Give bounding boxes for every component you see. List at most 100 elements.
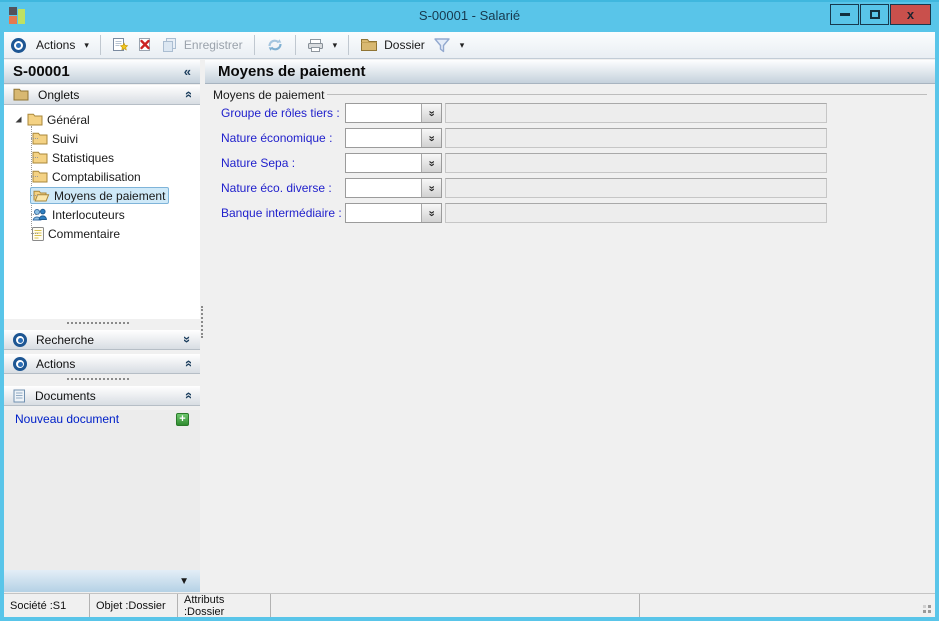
tree-item-comptabilisation[interactable]: Comptabilisation	[4, 167, 200, 186]
toolbar-separator	[253, 35, 255, 55]
combo-dropdown-button[interactable]: »	[421, 204, 441, 222]
close-icon: x	[906, 7, 915, 22]
sidebar-splitter-handle[interactable]	[201, 306, 203, 338]
toolbar-separator	[99, 35, 101, 55]
save-button[interactable]: Enregistrer	[158, 35, 247, 55]
tree-item-label: Commentaire	[48, 226, 121, 241]
actions-target-icon	[11, 37, 26, 53]
tree-item-label: Statistiques	[52, 150, 115, 165]
new-document-row: Nouveau document +	[4, 410, 200, 428]
combo-dropdown-button[interactable]: »	[421, 179, 441, 197]
titlebar: S-00001 - Salarié x	[0, 2, 939, 32]
new-document-link[interactable]: Nouveau document	[15, 412, 119, 426]
field-row-nature-eco-diverse: Nature éco. diverse : »	[205, 178, 935, 198]
toolbar-separator	[294, 35, 296, 55]
tree-item-moyens-de-paiement[interactable]: Moyens de paiement	[4, 186, 200, 205]
field-row-groupe-roles-tiers: Groupe de rôles tiers : »	[205, 103, 935, 123]
panel-label-onglets: Onglets	[38, 87, 80, 102]
body-area: S-00001 « Onglets » Général Suivi Statis…	[4, 59, 935, 594]
status-objet: Objet :Dossier	[90, 594, 178, 617]
banque-intermediaire-input[interactable]	[346, 204, 421, 222]
scroll-down-icon: ▼	[179, 575, 189, 587]
status-societe: Société :S1	[4, 594, 90, 617]
delete-button[interactable]	[133, 35, 158, 55]
tree-item-statistiques[interactable]: Statistiques	[4, 148, 200, 167]
sidebar-scroll-bar[interactable]: ▼	[4, 570, 200, 592]
tree-item-interlocuteurs[interactable]: Interlocuteurs	[4, 205, 200, 224]
delete-icon	[138, 38, 150, 51]
panel-header-onglets[interactable]: Onglets »	[4, 85, 200, 105]
tree-children: Suivi Statistiques Comptabilisation Moye…	[4, 126, 200, 243]
record-id: S-00001	[13, 63, 70, 80]
status-attributs: Attributs :Dossier	[178, 594, 271, 618]
tree-item-label: Moyens de paiement	[54, 188, 166, 203]
maximize-button[interactable]	[860, 4, 889, 25]
tree-item-general[interactable]: Général	[4, 110, 200, 129]
actions-menu-button[interactable]: Actions ▾	[32, 36, 93, 54]
nature-sepa-display	[445, 153, 827, 173]
field-label: Nature économique :	[221, 131, 333, 145]
save-label: Enregistrer	[183, 38, 243, 52]
payment-form: Groupe de rôles tiers : » Nature économi…	[205, 103, 935, 233]
panel-header-recherche[interactable]: Recherche »	[4, 330, 200, 350]
chevron-down-icon: »	[179, 335, 195, 344]
app-window: S-00001 - Salarié x Actions ▾ Enregistre…	[0, 0, 939, 621]
minimize-button[interactable]	[830, 4, 859, 25]
combo-dropdown-button[interactable]: »	[421, 104, 441, 122]
sidebar: S-00001 « Onglets » Général Suivi Statis…	[4, 59, 200, 594]
double-chevron-down-icon: »	[425, 135, 438, 141]
panel-splitter-handle[interactable]	[67, 322, 129, 324]
panel-splitter-handle[interactable]	[67, 378, 129, 380]
actions-target-icon	[13, 356, 27, 371]
panel-header-documents[interactable]: Documents »	[4, 386, 200, 406]
resize-grip[interactable]	[921, 603, 931, 613]
double-chevron-down-icon: »	[425, 110, 438, 116]
field-label: Nature Sepa :	[221, 156, 296, 170]
filter-button[interactable]: ▾	[429, 35, 469, 55]
close-button[interactable]: x	[890, 4, 931, 25]
groupe-roles-tiers-combo[interactable]: »	[345, 103, 442, 123]
sidebar-filler	[4, 428, 200, 570]
groupbox-legend: Moyens de paiement	[213, 88, 325, 102]
dossier-label: Dossier	[384, 38, 425, 52]
folder-open-icon	[33, 190, 50, 202]
tree-item-commentaire[interactable]: Commentaire	[4, 224, 200, 243]
printer-icon	[307, 38, 323, 52]
people-icon	[32, 208, 47, 221]
add-document-button[interactable]: +	[176, 412, 189, 426]
tree-item-label: Comptabilisation	[52, 169, 141, 184]
toolbar-separator	[348, 35, 350, 55]
groupbox-border	[327, 94, 927, 95]
combo-dropdown-button[interactable]: »	[421, 129, 441, 147]
folder-closed-icon	[32, 170, 48, 183]
new-button[interactable]	[108, 35, 133, 55]
print-button[interactable]: ▾	[303, 36, 342, 55]
panel-label-actions: Actions	[36, 356, 76, 371]
panel-label-recherche: Recherche	[36, 332, 95, 347]
combo-dropdown-button[interactable]: »	[421, 154, 441, 172]
field-label: Nature éco. diverse :	[221, 181, 332, 195]
selected-tree-item[interactable]: Moyens de paiement	[30, 187, 170, 204]
banque-intermediaire-combo[interactable]: »	[345, 203, 442, 223]
page-title: Moyens de paiement	[218, 63, 366, 80]
nature-eco-diverse-input[interactable]	[346, 179, 421, 197]
tree-expanded-icon[interactable]	[14, 115, 23, 124]
nature-economique-combo[interactable]: »	[345, 128, 442, 148]
dossier-button[interactable]: Dossier	[356, 36, 429, 54]
panel-header-actions[interactable]: Actions »	[4, 354, 200, 374]
page-title-bar: Moyens de paiement	[205, 60, 935, 84]
recherche-target-icon	[13, 332, 27, 347]
nature-eco-diverse-combo[interactable]: »	[345, 178, 442, 198]
groupe-roles-tiers-input[interactable]	[346, 104, 421, 122]
nature-economique-display	[445, 128, 827, 148]
nature-economique-input[interactable]	[346, 129, 421, 147]
folder-icon	[361, 39, 378, 51]
status-societe-text: Société :S1	[10, 599, 67, 612]
nature-sepa-combo[interactable]: »	[345, 153, 442, 173]
tree-item-label: Suivi	[52, 131, 79, 146]
collapse-sidebar-icon[interactable]: «	[184, 65, 191, 78]
refresh-button[interactable]	[262, 35, 288, 55]
tree-item-suivi[interactable]: Suivi	[4, 129, 200, 148]
status-empty-panel	[640, 594, 935, 617]
nature-sepa-input[interactable]	[346, 154, 421, 172]
